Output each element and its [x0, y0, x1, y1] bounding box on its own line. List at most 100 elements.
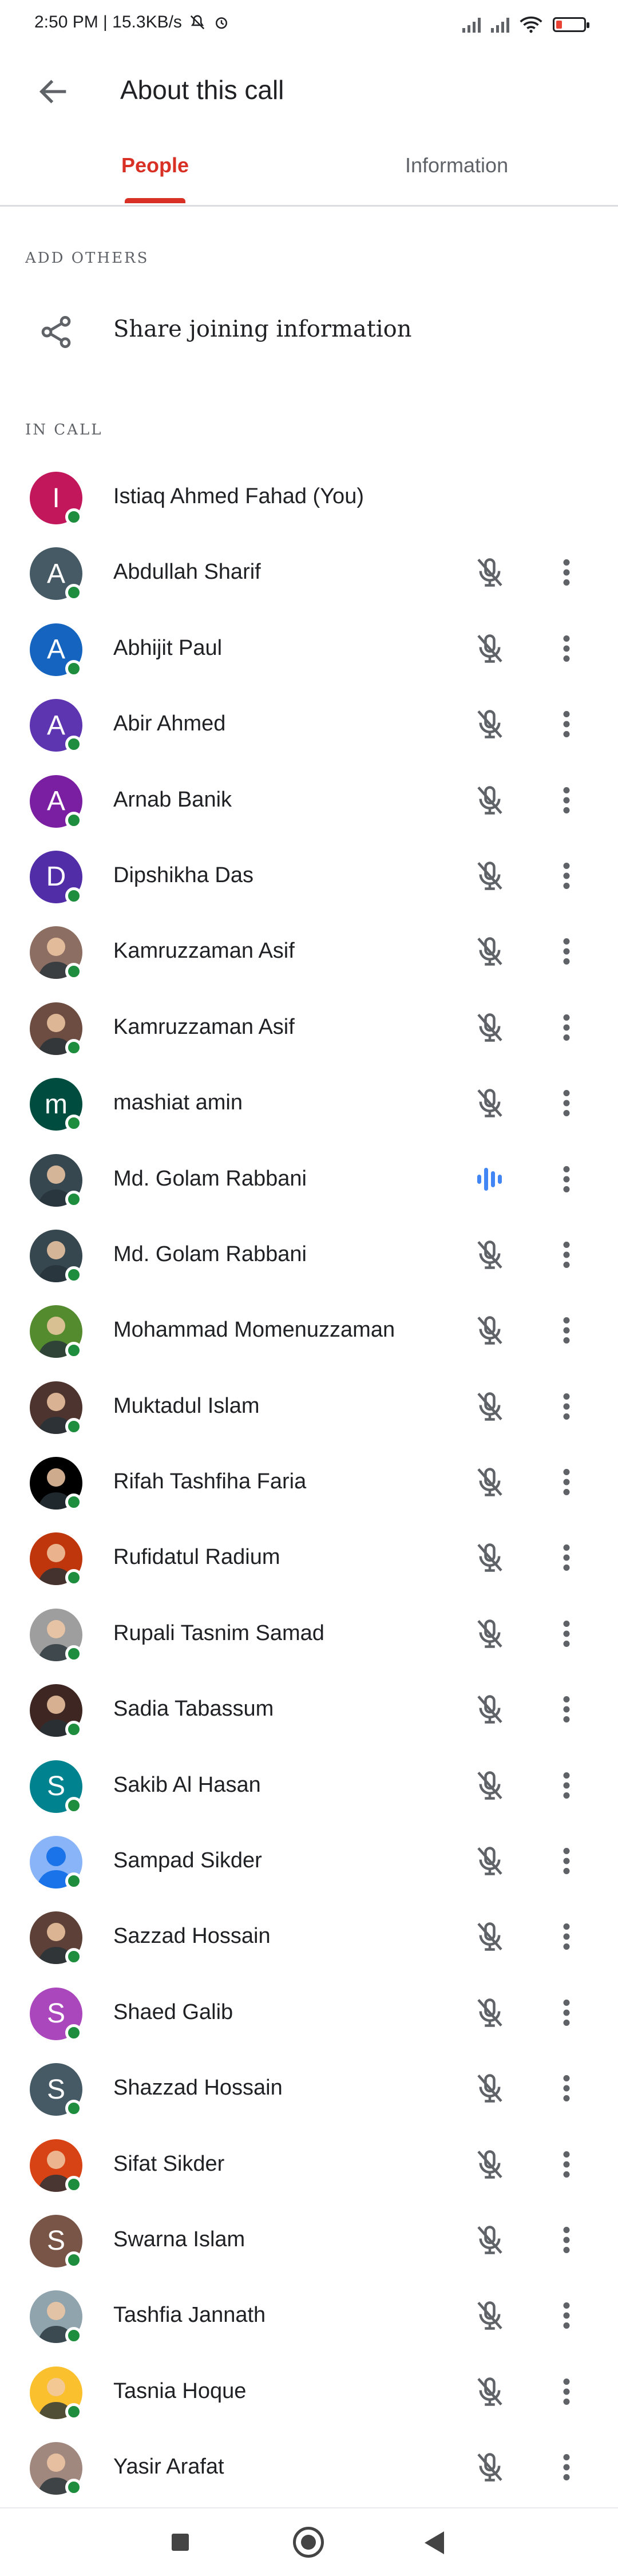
mic-off-icon[interactable]: [473, 1238, 507, 1272]
participant-row[interactable]: Yasir Arafat: [0, 2429, 618, 2505]
participant-row[interactable]: Tashfia Jannath: [0, 2278, 618, 2353]
participant-row[interactable]: Md. Golam Rabbani: [0, 1141, 618, 1217]
mic-off-icon[interactable]: [473, 631, 507, 666]
online-indicator: [65, 887, 82, 904]
more-options-icon[interactable]: [554, 1389, 579, 1424]
mic-off-icon[interactable]: [473, 1692, 507, 1726]
participant-row[interactable]: S Swarna Islam: [0, 2202, 618, 2278]
more-options-icon[interactable]: [554, 1768, 579, 1803]
more-options-icon[interactable]: [554, 1540, 579, 1575]
add-others-heading: ADD OTHERS: [25, 250, 149, 267]
participant-name: Rifah Tashfiha Faria: [113, 1469, 307, 1494]
more-options-icon[interactable]: [554, 783, 579, 817]
mic-off-icon[interactable]: [473, 1919, 507, 1954]
participant-row[interactable]: S Sakib Al Hasan: [0, 1748, 618, 1823]
mic-off-icon[interactable]: [473, 2223, 507, 2257]
participant-row[interactable]: Mohammad Momenuzzaman: [0, 1293, 618, 1368]
share-joining-info-row[interactable]: Share joining information: [0, 286, 618, 378]
participant-row[interactable]: D Dipshikha Das: [0, 838, 618, 914]
participant-name: Mohammad Momenuzzaman: [113, 1318, 395, 1342]
participant-row[interactable]: A Abdullah Sharif: [0, 535, 618, 610]
mic-off-icon[interactable]: [473, 707, 507, 741]
more-options-icon[interactable]: [554, 2147, 579, 2182]
participant-row[interactable]: Muktadul Islam: [0, 1369, 618, 1444]
participant-row[interactable]: Rupali Tasnim Samad: [0, 1596, 618, 1672]
status-right: [462, 16, 589, 33]
mic-off-icon[interactable]: [473, 2450, 507, 2484]
mic-off-icon[interactable]: [473, 1010, 507, 1045]
participant-row[interactable]: Sifat Sikder: [0, 2127, 618, 2202]
more-options-icon[interactable]: [554, 707, 579, 741]
participant-name: Md. Golam Rabbani: [113, 1242, 307, 1266]
more-options-icon[interactable]: [554, 859, 579, 893]
more-options-icon[interactable]: [554, 2298, 579, 2333]
mic-off-icon[interactable]: [473, 1389, 507, 1424]
mic-off-icon[interactable]: [473, 1617, 507, 1651]
more-options-icon[interactable]: [554, 2450, 579, 2484]
more-options-icon[interactable]: [554, 555, 579, 590]
participant-row[interactable]: I Istiaq Ahmed Fahad (You): [0, 459, 618, 535]
participant-row[interactable]: Sazzad Hossain: [0, 1899, 618, 1974]
more-options-icon[interactable]: [554, 1919, 579, 1954]
mic-off-icon[interactable]: [473, 934, 507, 969]
mic-off-icon[interactable]: [473, 1768, 507, 1803]
participant-name: Rupali Tasnim Samad: [113, 1621, 324, 1645]
more-options-icon[interactable]: [554, 2374, 579, 2409]
home-button[interactable]: [293, 2527, 324, 2558]
participant-name: Rufidatul Radium: [113, 1545, 280, 1570]
more-options-icon[interactable]: [554, 2223, 579, 2257]
participant-row[interactable]: Tasnia Hoque: [0, 2354, 618, 2429]
participant-row[interactable]: A Arnab Banik: [0, 762, 618, 838]
participant-row[interactable]: m mashiat amin: [0, 1065, 618, 1141]
mic-off-icon[interactable]: [473, 555, 507, 590]
more-options-icon[interactable]: [554, 1010, 579, 1045]
mic-off-icon[interactable]: [473, 2147, 507, 2182]
tab-people[interactable]: People: [121, 153, 189, 177]
participant-row[interactable]: Md. Golam Rabbani: [0, 1217, 618, 1293]
recents-button[interactable]: [172, 2534, 189, 2551]
participant-row[interactable]: Rufidatul Radium: [0, 1520, 618, 1595]
mic-off-icon[interactable]: [473, 1465, 507, 1499]
more-options-icon[interactable]: [554, 631, 579, 666]
participant-row[interactable]: Sadia Tabassum: [0, 1672, 618, 1747]
more-options-icon[interactable]: [554, 2071, 579, 2105]
mic-off-icon[interactable]: [473, 2298, 507, 2333]
participant-row[interactable]: A Abir Ahmed: [0, 686, 618, 762]
mic-off-icon[interactable]: [473, 1844, 507, 1878]
participant-row[interactable]: Rifah Tashfiha Faria: [0, 1444, 618, 1520]
participant-row[interactable]: S Shazzad Hossain: [0, 2050, 618, 2126]
status-bar: 2:50 PM | 15.3KB/s: [0, 0, 618, 55]
more-options-icon[interactable]: [554, 1996, 579, 2030]
mic-off-icon[interactable]: [473, 1086, 507, 1120]
more-options-icon[interactable]: [554, 934, 579, 969]
mic-off-icon[interactable]: [473, 2374, 507, 2409]
participant-row[interactable]: S Shaed Galib: [0, 1975, 618, 2050]
more-options-icon[interactable]: [554, 1086, 579, 1120]
more-options-icon[interactable]: [554, 1692, 579, 1726]
mic-off-icon[interactable]: [473, 2071, 507, 2105]
mic-off-icon[interactable]: [473, 783, 507, 817]
participant-row[interactable]: A Abhijit Paul: [0, 611, 618, 686]
participant-row[interactable]: Sampad Sikder: [0, 1823, 618, 1899]
mic-off-icon[interactable]: [473, 1540, 507, 1575]
more-options-icon[interactable]: [554, 1844, 579, 1878]
mic-off-icon[interactable]: [473, 859, 507, 893]
more-options-icon[interactable]: [554, 1162, 579, 1196]
participant-row[interactable]: Kamruzzaman Asif: [0, 914, 618, 989]
more-options-icon[interactable]: [554, 1617, 579, 1651]
participant-row[interactable]: Kamruzzaman Asif: [0, 990, 618, 1065]
more-options-icon[interactable]: [554, 1465, 579, 1499]
mic-off-icon[interactable]: [473, 1313, 507, 1348]
more-options-icon[interactable]: [554, 1238, 579, 1272]
nav-back-button[interactable]: [425, 2531, 444, 2554]
more-options-icon[interactable]: [554, 1313, 579, 1348]
online-indicator: [65, 811, 82, 829]
back-arrow-icon[interactable]: [35, 73, 72, 110]
tab-information[interactable]: Information: [405, 153, 508, 177]
online-indicator: [65, 1494, 82, 1511]
tab-bar: People Information: [0, 133, 618, 207]
participant-name: Md. Golam Rabbani: [113, 1166, 307, 1191]
online-indicator: [65, 1190, 82, 1208]
status-time: 2:50 PM | 15.3KB/s: [34, 13, 182, 31]
mic-off-icon[interactable]: [473, 1996, 507, 2030]
